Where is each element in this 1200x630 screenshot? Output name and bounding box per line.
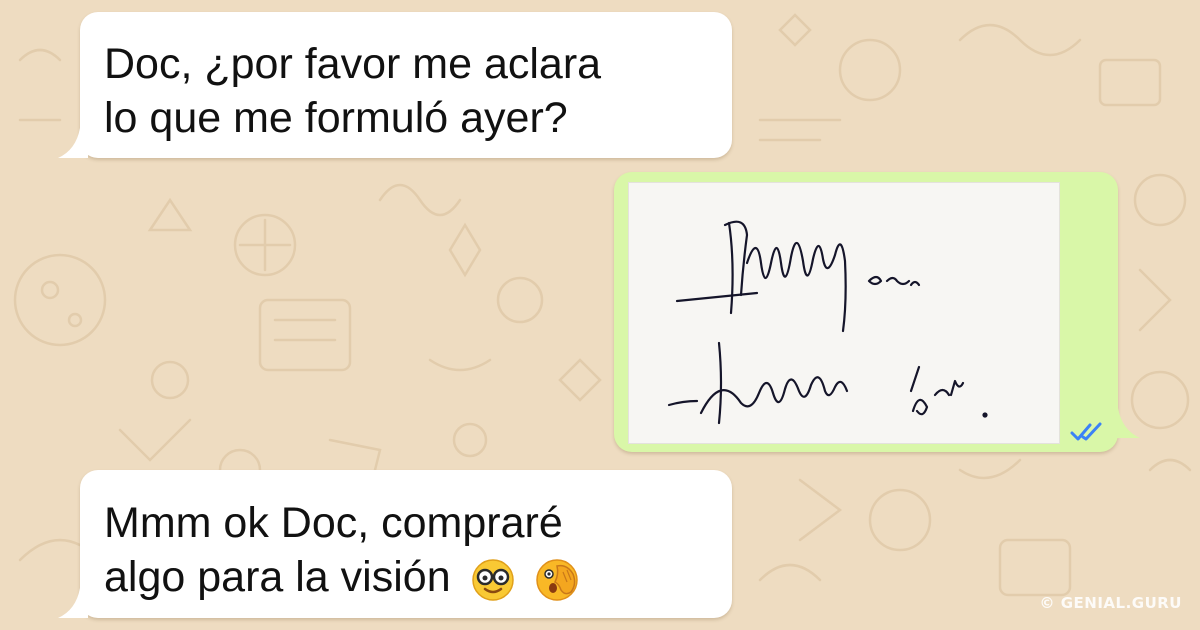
face-palm-emoji: [535, 558, 578, 601]
message-text-line: algo para la visión: [104, 553, 451, 601]
handwriting-scribble: [667, 220, 988, 425]
double-check-icon: [1070, 422, 1102, 441]
message-text-line: lo que me formuló ayer?: [104, 94, 568, 142]
incoming-message[interactable]: Doc, ¿por favor me aclara lo que me form…: [58, 12, 732, 158]
outgoing-image-message[interactable]: [614, 172, 1140, 452]
handwritten-prescription-image[interactable]: [628, 182, 1060, 444]
bubble-tail: [58, 588, 88, 618]
incoming-message[interactable]: Mmm ok Doc, compraré algo para la visión: [58, 470, 732, 618]
message-text-line: Doc, ¿por favor me aclara: [104, 40, 602, 88]
bubble-tail: [1110, 408, 1140, 438]
watermark: © GENIAL.GURU: [1039, 594, 1182, 612]
message-text-line-with-emojis: algo para la visión: [104, 550, 708, 604]
message-text-line: Mmm ok Doc, compraré: [104, 499, 563, 547]
nerd-glasses-emoji: [471, 558, 514, 601]
bubble-tail: [58, 128, 88, 158]
